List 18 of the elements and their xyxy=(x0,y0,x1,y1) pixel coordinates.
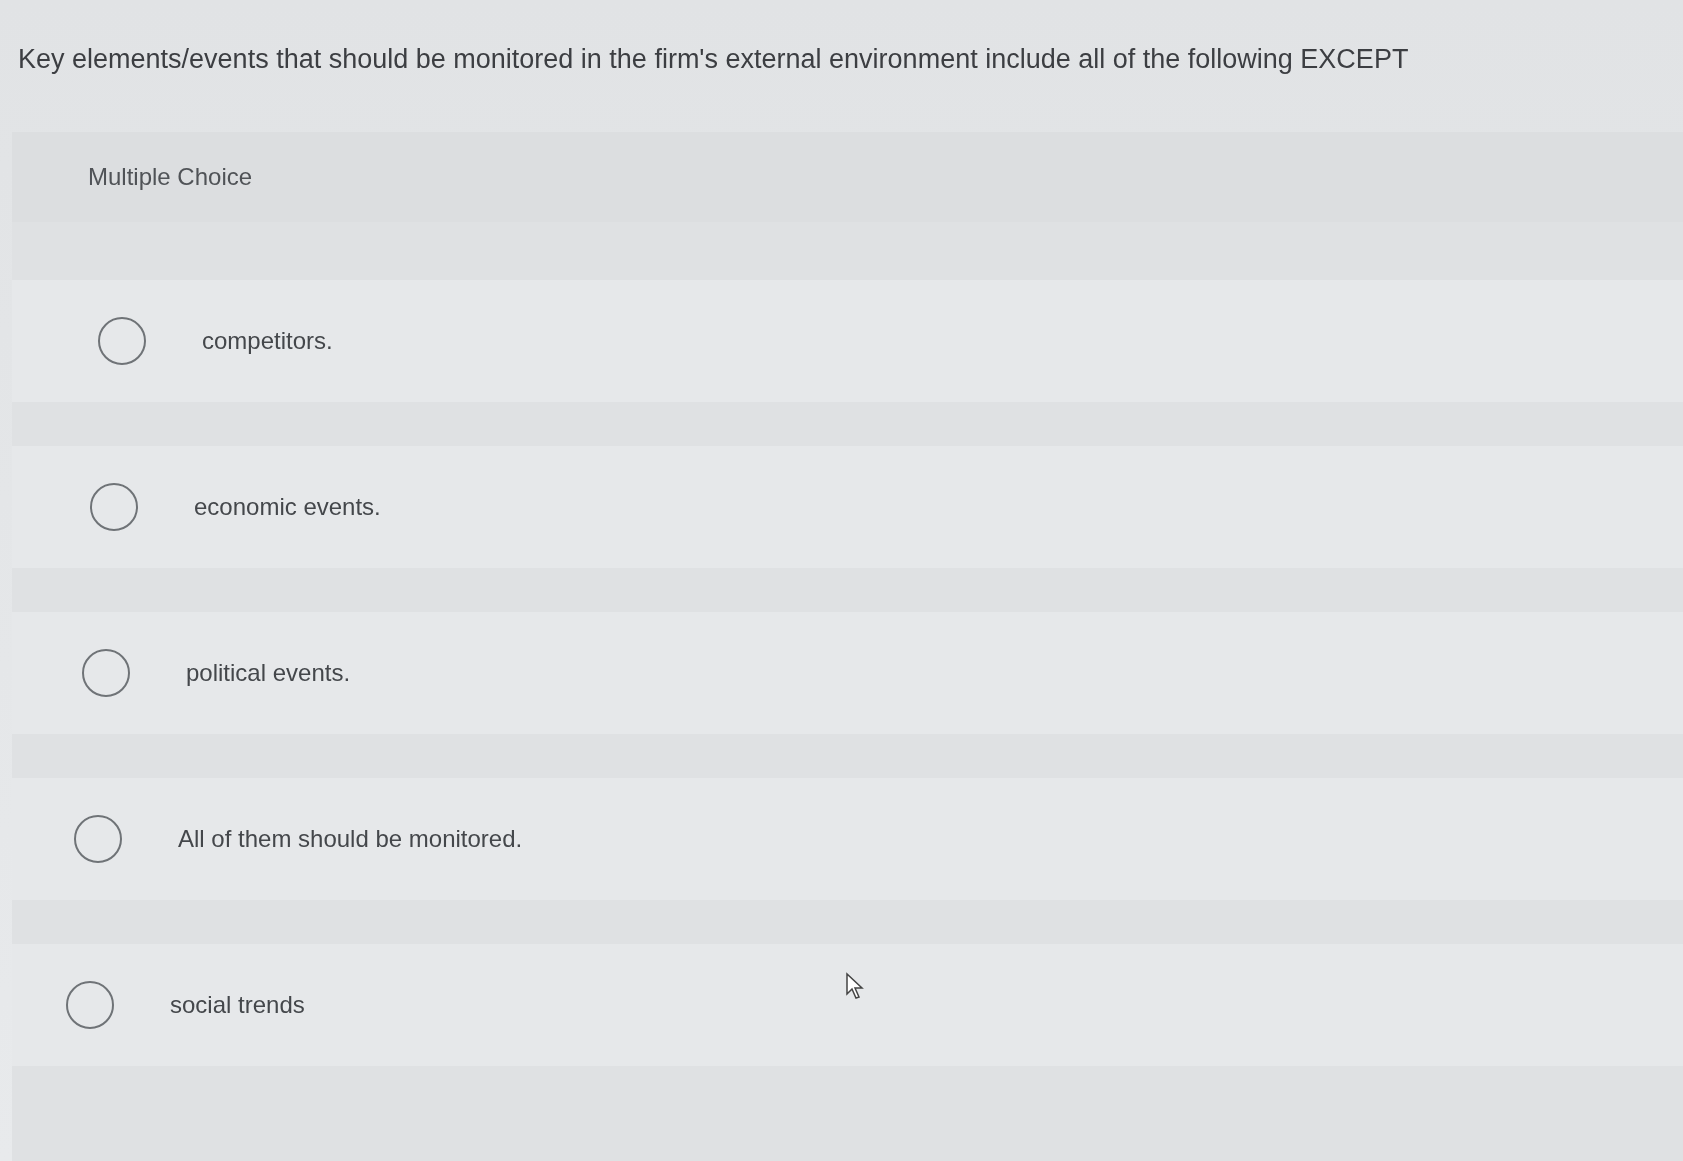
radio-button[interactable] xyxy=(82,649,130,697)
answer-option[interactable]: political events. xyxy=(12,612,1683,734)
option-label: social trends xyxy=(170,991,305,1019)
radio-button[interactable] xyxy=(98,317,146,365)
radio-button[interactable] xyxy=(90,483,138,531)
option-label: All of them should be monitored. xyxy=(178,825,523,853)
option-label: economic events. xyxy=(194,493,381,521)
answer-option[interactable]: All of them should be monitored. xyxy=(12,778,1683,900)
option-label: competitors. xyxy=(202,327,333,355)
radio-button[interactable] xyxy=(66,981,114,1029)
question-text: Key elements/events that should be monitored in the firm's external environment include all of the following EXCEPT xyxy=(17,43,1410,76)
option-label: political events. xyxy=(186,659,351,687)
section-label: Multiple Choice xyxy=(88,163,253,191)
pointer-cursor-icon xyxy=(845,972,867,1000)
answer-option[interactable]: social trends xyxy=(12,944,1683,1066)
answer-option[interactable]: economic events. xyxy=(12,446,1683,568)
radio-button[interactable] xyxy=(74,815,122,863)
answer-option[interactable]: competitors. xyxy=(12,280,1683,402)
